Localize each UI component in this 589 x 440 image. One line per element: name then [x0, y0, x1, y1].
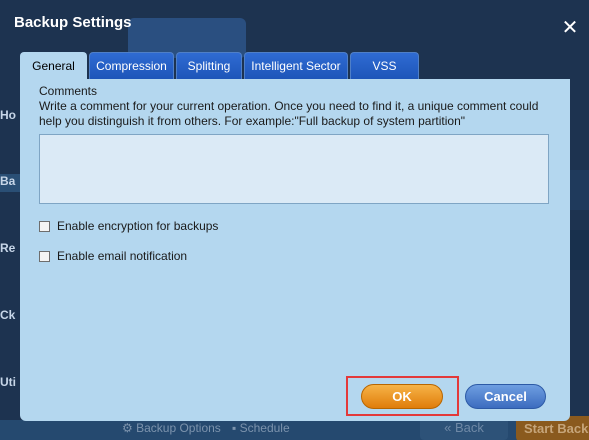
cancel-button[interactable]: Cancel — [465, 384, 546, 409]
background-backup-options-link: ⚙ Backup Options — [122, 421, 221, 435]
tab-vss[interactable]: VSS — [350, 52, 419, 79]
tab-splitting[interactable]: Splitting — [176, 52, 242, 79]
email-notification-checkbox-row[interactable]: Enable email notification — [39, 248, 187, 264]
comment-input[interactable] — [39, 134, 549, 204]
encryption-checkbox[interactable] — [39, 220, 50, 232]
tab-compression[interactable]: Compression — [89, 52, 174, 79]
comments-label: Comments — [39, 84, 98, 98]
email-notification-checkbox[interactable] — [39, 250, 50, 262]
tab-general[interactable]: General — [20, 52, 87, 80]
tab-intelligent-sector[interactable]: Intelligent Sector — [244, 52, 348, 79]
dialog-title: Backup Settings — [14, 14, 132, 31]
comments-description: Write a comment for your current operati… — [39, 99, 539, 128]
background-right-panel — [570, 230, 589, 270]
background-sidebar-item-backup: Ba — [0, 174, 20, 192]
encryption-checkbox-row[interactable]: Enable encryption for backups — [39, 218, 218, 234]
backup-settings-screen: Ho Ba Re Ck Uti ⚙ Backup Options ▪ Sched… — [0, 0, 589, 440]
background-schedule-link: ▪ Schedule — [232, 421, 290, 435]
encryption-label: Enable encryption for backups — [57, 219, 219, 233]
ok-button[interactable]: OK — [361, 384, 443, 409]
close-icon[interactable]: ✕ — [558, 16, 582, 40]
background-right-panel — [570, 170, 589, 210]
email-notification-label: Enable email notification — [57, 249, 188, 263]
